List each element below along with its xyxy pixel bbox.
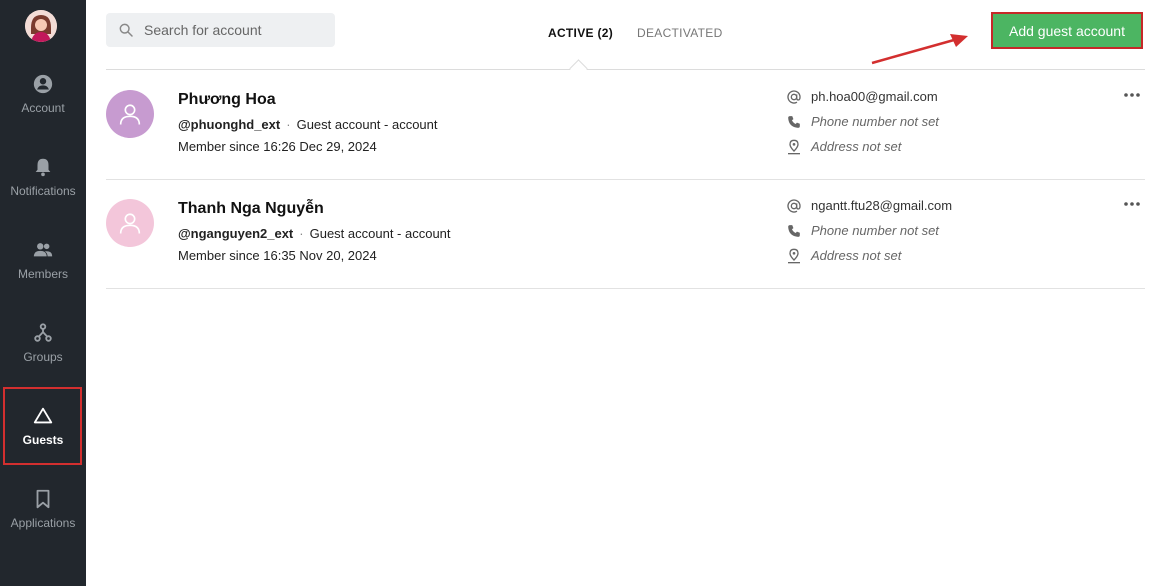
bookmark-icon — [32, 488, 54, 510]
groups-icon — [32, 322, 54, 344]
email-value: ngantt.ftu28@gmail.com — [811, 198, 953, 213]
sidebar-item-groups[interactable]: Groups — [0, 301, 86, 384]
address-line: Address not set — [786, 134, 939, 159]
search-box — [106, 13, 335, 47]
sidebar-item-applications[interactable]: Applications — [0, 467, 86, 550]
at-sign-icon — [786, 89, 802, 105]
separator-dot: · — [299, 226, 304, 241]
address-line: Address not set — [786, 243, 952, 268]
address-value: Address not set — [811, 139, 902, 154]
separator-dot: · — [286, 117, 291, 132]
account-type: Guest account - account — [309, 226, 451, 241]
account-type: Guest account - account — [296, 117, 438, 132]
phone-icon — [786, 114, 802, 130]
at-sign-icon — [786, 198, 802, 214]
more-options-icon[interactable] — [1122, 197, 1142, 211]
annotation-arrow-icon — [871, 34, 968, 65]
tab-deactivated[interactable]: DEACTIVATED — [637, 26, 723, 40]
sidebar: Account Notifications Members Groups Gue… — [0, 0, 86, 586]
account-meta: @phuonghd_ext · Guest account - account — [178, 117, 438, 132]
location-pin-icon — [786, 139, 802, 155]
email-line: ph.hoa00@gmail.com — [786, 84, 939, 109]
search-icon — [119, 23, 133, 37]
account-icon — [32, 73, 54, 95]
sidebar-item-label: Notifications — [10, 183, 76, 198]
person-icon — [119, 213, 141, 234]
email-line: ngantt.ftu28@gmail.com — [786, 193, 952, 218]
bell-icon — [32, 156, 54, 178]
sidebar-item-label: Account — [21, 100, 65, 115]
location-pin-icon — [786, 248, 802, 264]
sidebar-item-label: Groups — [23, 349, 63, 364]
phone-icon — [786, 223, 802, 239]
sidebar-item-label: Applications — [10, 515, 76, 530]
contact-info: ngantt.ftu28@gmail.com Phone number not … — [786, 193, 952, 268]
member-since: Member since 16:26 Dec 29, 2024 — [178, 139, 377, 154]
account-row: Thanh Nga Nguyễn @nganguyen2_ext · Guest a… — [106, 179, 1145, 289]
sidebar-item-members[interactable]: Members — [0, 218, 86, 301]
more-options-icon[interactable] — [1122, 88, 1142, 102]
members-icon — [32, 239, 54, 261]
email-value: ph.hoa00@gmail.com — [811, 89, 938, 104]
phone-value: Phone number not set — [811, 114, 939, 129]
account-handle: @nganguyen2_ext — [178, 226, 294, 241]
tab-active[interactable]: ACTIVE (2) — [548, 26, 613, 40]
account-name: Thanh Nga Nguyễn — [178, 200, 324, 217]
search-input[interactable] — [142, 21, 326, 39]
member-since: Member since 16:35 Nov 20, 2024 — [178, 248, 377, 263]
avatar — [106, 199, 154, 247]
phone-line: Phone number not set — [786, 218, 952, 243]
sidebar-item-label: Members — [17, 266, 68, 281]
sidebar-item-notifications[interactable]: Notifications — [0, 135, 86, 218]
account-row: Phương Hoa @phuonghd_ext · Guest account -… — [106, 70, 1145, 180]
guests-highlight-outline — [3, 387, 82, 465]
user-avatar-icon — [25, 10, 57, 42]
status-tabs: ACTIVE (2) DEACTIVATED — [548, 26, 723, 40]
sidebar-item-account[interactable]: Account — [0, 52, 86, 135]
account-handle: @phuonghd_ext — [178, 117, 281, 132]
user-avatar[interactable] — [25, 10, 57, 42]
avatar — [106, 90, 154, 138]
address-value: Address not set — [811, 248, 902, 263]
phone-line: Phone number not set — [786, 109, 939, 134]
person-icon — [119, 104, 141, 125]
add-guest-account-button[interactable]: Add guest account — [991, 12, 1143, 49]
contact-info: ph.hoa00@gmail.com Phone number not set … — [786, 84, 939, 159]
phone-value: Phone number not set — [811, 223, 939, 238]
account-name: Phương Hoa — [178, 91, 276, 108]
account-meta: @nganguyen2_ext · Guest account - account — [178, 226, 451, 241]
